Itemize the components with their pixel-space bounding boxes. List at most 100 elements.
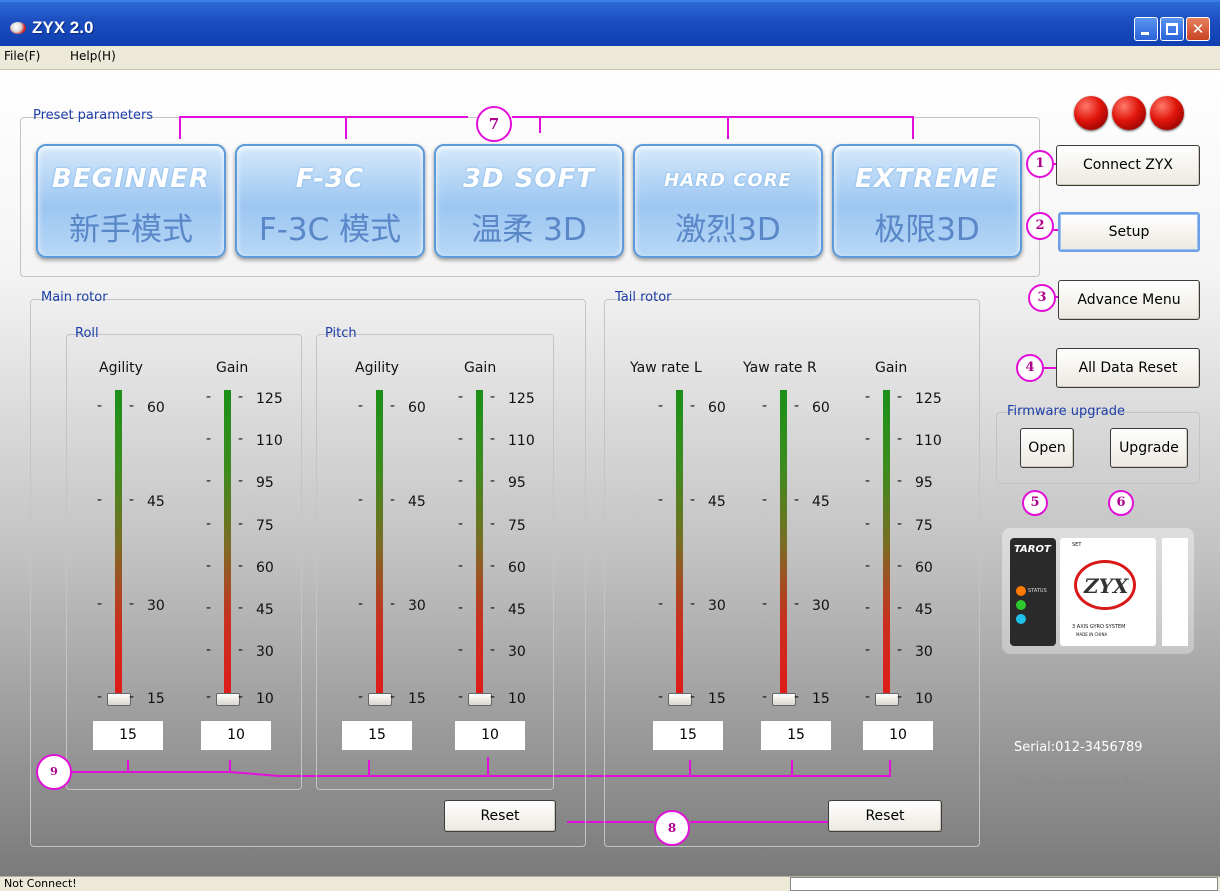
pitch-gain-tick-right: - <box>490 431 496 447</box>
firmware-open-button[interactable]: Open <box>1020 428 1074 468</box>
yaw-l-tick-left: - <box>658 689 664 705</box>
roll-gain-tick-right: - <box>238 431 244 447</box>
pitch-agility-value[interactable]: 15 <box>341 720 413 751</box>
status-led-2 <box>1112 96 1146 130</box>
pitch-agility-tick-left: - <box>358 492 364 508</box>
yaw-l-track[interactable] <box>676 390 683 698</box>
preset-f3c-en: F-3C <box>295 164 365 194</box>
tail-gain-scale-label: 45 <box>915 602 933 618</box>
firmware-upgrade-button[interactable]: Upgrade <box>1110 428 1188 468</box>
roll-gain-tick-left: - <box>206 689 212 705</box>
tail-gain-scale-label: 95 <box>915 475 933 491</box>
pitch-gain-value[interactable]: 10 <box>454 720 526 751</box>
roll-agility-value[interactable]: 15 <box>92 720 164 751</box>
preset-extreme-button[interactable]: EXTREME 极限3D <box>832 144 1022 258</box>
roll-agility-thumb[interactable] <box>107 693 131 706</box>
tail-gain-thumb[interactable] <box>875 693 899 706</box>
main-rotor-legend: Main rotor <box>41 290 108 305</box>
tail-gain-tick-left: - <box>865 689 871 705</box>
pitch-agility-tick-left: - <box>358 596 364 612</box>
device-set-label: SET <box>1072 542 1082 548</box>
roll-agility-tick-left: - <box>97 398 103 414</box>
preset-3d-soft-button[interactable]: 3D SOFT 温柔 3D <box>434 144 624 258</box>
yaw-l-tick-left: - <box>658 596 664 612</box>
roll-agility-tick-right: - <box>129 492 135 508</box>
pitch-gain-thumb[interactable] <box>468 693 492 706</box>
roll-agility-scale-label: 45 <box>147 494 165 510</box>
roll-gain-thumb[interactable] <box>216 693 240 706</box>
tail-gain-tick-right: - <box>897 473 903 489</box>
advance-menu-button[interactable]: Advance Menu <box>1058 280 1200 320</box>
tail-rotor-reset-button[interactable]: Reset <box>828 800 942 832</box>
roll-agility-label: Agility <box>99 360 143 376</box>
pitch-gain-tick-right: - <box>490 642 496 658</box>
roll-gain-scale-label: 10 <box>256 691 274 707</box>
device-image: TAROT STATUS SET ZYX 3 AXIS GYRO SYSTEM … <box>1002 528 1194 654</box>
pitch-gain-tick-right: - <box>490 600 496 616</box>
yaw-l-value[interactable]: 15 <box>652 720 724 751</box>
tail-gain-tick-left: - <box>865 473 871 489</box>
tail-gain-track[interactable] <box>883 390 890 698</box>
pitch-agility-tick-right: - <box>390 398 396 414</box>
pitch-gain-scale-label: 110 <box>508 433 535 449</box>
preset-hard-core-button[interactable]: HARD CORE 激烈3D <box>633 144 823 258</box>
yaw-l-label: Yaw rate L <box>630 360 702 376</box>
pitch-gain-label: Gain <box>464 360 497 376</box>
roll-gain-scale-label: 95 <box>256 475 274 491</box>
roll-agility-scale-label: 60 <box>147 400 165 416</box>
roll-agility-tick-left: - <box>97 492 103 508</box>
yaw-r-scale-label: 60 <box>812 400 830 416</box>
pitch-agility-thumb[interactable] <box>368 693 392 706</box>
all-data-reset-button[interactable]: All Data Reset <box>1056 348 1200 388</box>
roll-gain-value[interactable]: 10 <box>200 720 272 751</box>
roll-gain-tick-right: - <box>238 516 244 532</box>
tail-gain-tick-right: - <box>897 642 903 658</box>
roll-agility-track[interactable] <box>115 390 122 698</box>
roll-gain-scale-label: 30 <box>256 644 274 660</box>
pitch-agility-label: Agility <box>355 360 399 376</box>
roll-gain-label: Gain <box>216 360 249 376</box>
roll-gain-track[interactable] <box>224 390 231 698</box>
roll-gain-scale-label: 60 <box>256 560 274 576</box>
tail-gain-tick-left: - <box>865 558 871 574</box>
tail-gain-label: Gain <box>875 360 908 376</box>
tail-gain-scale-label: 110 <box>915 433 942 449</box>
device-led-blue <box>1016 614 1026 624</box>
pitch-gain-tick-left: - <box>458 558 464 574</box>
connect-zyx-button[interactable]: Connect ZYX <box>1056 145 1200 186</box>
roll-legend: Roll <box>75 326 99 341</box>
annotation-2: 2 <box>1026 212 1054 240</box>
tail-gain-scale-label: 125 <box>915 391 942 407</box>
roll-gain-scale-label: 75 <box>256 518 274 534</box>
yaw-r-thumb[interactable] <box>772 693 796 706</box>
roll-agility-tick-right: - <box>129 398 135 414</box>
yaw-r-tick-right: - <box>794 492 800 508</box>
tail-gain-tick-left: - <box>865 431 871 447</box>
tail-gain-tick-right: - <box>897 600 903 616</box>
tail-gain-value[interactable]: 10 <box>862 720 934 751</box>
yaw-r-tick-right: - <box>794 398 800 414</box>
preset-f3c-button[interactable]: F-3C F-3C 模式 <box>235 144 425 258</box>
yaw-l-tick-left: - <box>658 492 664 508</box>
roll-gain-tick-left: - <box>206 642 212 658</box>
yaw-r-tick-right: - <box>794 596 800 612</box>
connection-status: Not Connect! <box>4 877 77 890</box>
pitch-agility-track[interactable] <box>376 390 383 698</box>
setup-button[interactable]: Setup <box>1058 212 1200 252</box>
device-left-panel: TAROT STATUS <box>1010 538 1056 646</box>
yaw-l-thumb[interactable] <box>668 693 692 706</box>
tail-gain-tick-left: - <box>865 516 871 532</box>
tail-gain-tick-left: - <box>865 389 871 405</box>
pitch-gain-track[interactable] <box>476 390 483 698</box>
preset-beginner-button[interactable]: BEGINNER 新手模式 <box>36 144 226 258</box>
main-rotor-reset-button[interactable]: Reset <box>444 800 556 832</box>
yaw-l-scale-label: 15 <box>708 691 726 707</box>
yaw-r-label: Yaw rate R <box>743 360 817 376</box>
tail-rotor-legend: Tail rotor <box>615 290 672 305</box>
yaw-r-tick-left: - <box>762 492 768 508</box>
yaw-r-track[interactable] <box>780 390 787 698</box>
pitch-gain-scale-label: 95 <box>508 475 526 491</box>
yaw-l-scale-label: 60 <box>708 400 726 416</box>
yaw-l-tick-right: - <box>690 492 696 508</box>
yaw-r-value[interactable]: 15 <box>760 720 832 751</box>
